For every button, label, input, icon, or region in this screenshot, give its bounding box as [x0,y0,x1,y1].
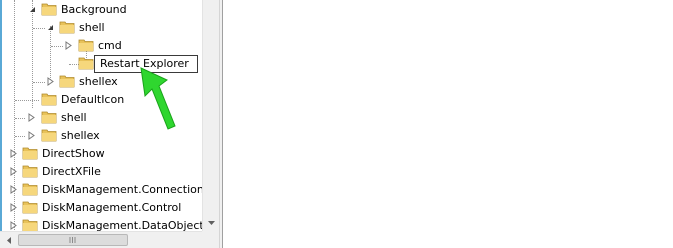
tree-item-cmd[interactable]: cmd [0,37,202,55]
folder-icon [41,128,57,142]
tree-item-label: shell [79,21,105,34]
scroll-left-arrow-icon[interactable] [0,232,17,248]
folder-icon [41,2,57,16]
folder-icon [78,56,94,70]
folder-icon [59,74,75,88]
folder-icon [41,110,57,124]
collapsed-triangle-icon[interactable] [9,149,18,158]
tree-guide-line [51,46,63,47]
vertical-scrollbar[interactable] [202,0,219,231]
scrollbar-corner [202,231,219,248]
collapsed-triangle-icon[interactable] [9,203,18,212]
green-arrow-icon [135,66,180,132]
tree-item-label: cmd [98,39,122,52]
tree-item-label: DirectXFile [42,165,101,178]
folder-icon [59,20,75,34]
tree-guide-line [15,100,39,101]
tree-item-diskmanagement-control[interactable]: DiskManagement.Control [0,199,202,217]
tree-item-label: shellex [61,129,100,142]
collapsed-triangle-icon[interactable] [9,167,18,176]
scroll-down-arrow-icon[interactable] [203,214,219,231]
folder-icon [22,146,38,160]
horizontal-scroll-thumb[interactable] [18,234,128,246]
tree-item-directxfile[interactable]: DirectXFile [0,163,202,181]
tree-item-label: Background [61,3,127,16]
registry-tree-pane[interactable]: Background shell cmd Restart Explorer sh… [0,0,219,248]
folder-icon [22,200,38,214]
folder-icon [78,38,94,52]
collapsed-triangle-icon[interactable] [9,221,18,230]
tree-item-label: shellex [79,75,118,88]
values-pane[interactable] [223,0,673,248]
horizontal-scrollbar[interactable] [0,231,202,248]
expanded-triangle-icon[interactable] [28,5,37,14]
folder-icon [41,92,57,106]
tree-item-label: DefaultIcon [61,93,125,106]
tree-item-directshow[interactable]: DirectShow [0,145,202,163]
collapsed-triangle-icon[interactable] [27,131,36,140]
tree-item-background[interactable]: Background [0,1,202,19]
collapsed-triangle-icon[interactable] [9,185,18,194]
folder-icon [22,164,38,178]
tree-guide-line [15,118,25,119]
tree-guide-line [33,28,45,29]
tree-item-label: DiskManagement.Connection [42,183,204,196]
grip-icon [69,237,76,243]
tree-item-label: shell [61,111,87,124]
expanded-triangle-icon[interactable] [46,23,55,32]
collapsed-triangle-icon[interactable] [46,77,55,86]
collapsed-triangle-icon[interactable] [64,41,73,50]
tree-item-label: DiskManagement.Control [42,201,182,214]
tree-item-label: DirectShow [42,147,105,160]
tree-item-shell[interactable]: shell [0,19,202,37]
tree-guide-line [33,82,45,83]
tree-item-diskmanagement-connection[interactable]: DiskManagement.Connection [0,181,204,199]
folder-icon [22,182,38,196]
folder-icon [22,218,38,232]
collapsed-triangle-icon[interactable] [27,113,36,122]
tree-guide-line [15,136,25,137]
